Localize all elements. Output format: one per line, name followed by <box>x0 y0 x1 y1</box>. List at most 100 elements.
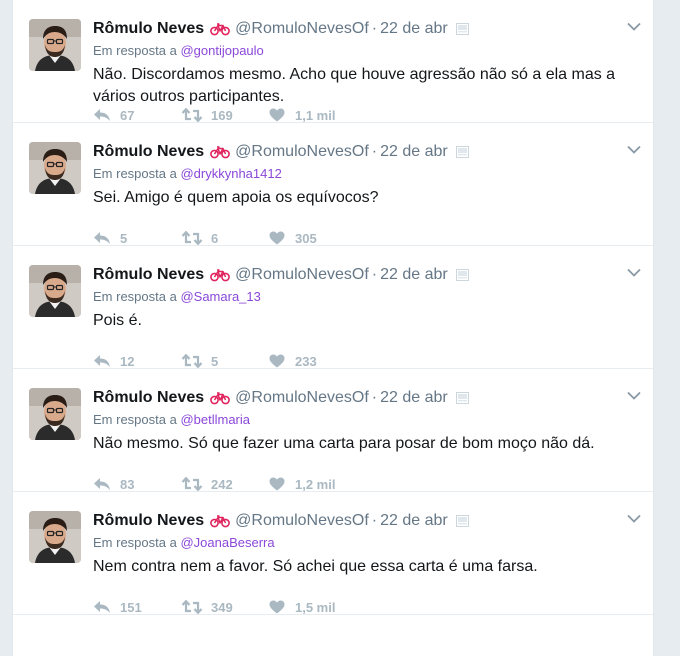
dot-separator: · <box>371 266 378 283</box>
tweet[interactable]: Rômulo Neves @RomuloNevesOf · 22 de abr <box>13 246 653 369</box>
retweet-button[interactable]: 349 <box>181 600 269 615</box>
reply-context: Em resposta a @JoanaBeserra <box>93 535 275 550</box>
reply-icon <box>94 478 110 490</box>
retweet-count: 349 <box>211 599 233 615</box>
avatar[interactable] <box>29 511 81 563</box>
tweet-header: Rômulo Neves @RomuloNevesOf · 22 de abr <box>93 140 613 164</box>
heart-icon <box>269 354 285 368</box>
photo-card-icon <box>455 146 469 158</box>
heart-icon <box>269 477 285 491</box>
reply-mention-link[interactable]: @JoanaBeserra <box>180 535 274 550</box>
more-options-button[interactable] <box>625 509 643 527</box>
reply-button[interactable]: 5 <box>93 231 181 246</box>
reply-count: 12 <box>120 353 135 369</box>
reply-count: 83 <box>120 476 135 492</box>
bicycle-emoji-icon <box>210 514 231 528</box>
avatar[interactable] <box>29 19 81 71</box>
author-handle[interactable]: @RomuloNevesOf <box>235 389 369 407</box>
more-options-button[interactable] <box>625 140 643 158</box>
reply-icon <box>94 232 110 244</box>
author-name[interactable]: Rômulo Neves <box>93 389 204 407</box>
like-button[interactable]: 233 <box>269 354 357 369</box>
avatar[interactable] <box>29 388 81 440</box>
reply-count: 151 <box>120 599 142 615</box>
reply-button[interactable]: 12 <box>93 354 181 369</box>
avatar[interactable] <box>29 142 81 194</box>
like-count: 1,2 mil <box>295 476 336 492</box>
like-count: 233 <box>295 353 317 369</box>
tweet-text: Não. Discordamos mesmo. Acho que houve a… <box>93 66 616 105</box>
author-handle[interactable]: @RomuloNevesOf <box>235 512 369 530</box>
tweet-timestamp[interactable]: 22 de abr <box>380 389 448 407</box>
author-handle[interactable]: @RomuloNevesOf <box>235 266 369 284</box>
reply-context: Em resposta a @betllmaria <box>93 412 250 427</box>
author-name[interactable]: Rômulo Neves <box>93 143 204 161</box>
retweet-button[interactable]: 6 <box>181 231 269 246</box>
reply-context: Em resposta a @Samara_13 <box>93 289 261 304</box>
like-button[interactable]: 305 <box>269 231 357 246</box>
like-button[interactable]: 1,2 mil <box>269 477 357 492</box>
bicycle-emoji-icon <box>210 268 231 282</box>
reply-prefix: Em resposta a <box>93 166 177 181</box>
more-options-button[interactable] <box>625 263 643 281</box>
reply-prefix: Em resposta a <box>93 289 177 304</box>
reply-button[interactable]: 67 <box>93 108 181 123</box>
reply-icon <box>94 109 110 121</box>
retweet-icon <box>181 354 203 368</box>
like-count: 1,1 mil <box>295 107 336 123</box>
reply-button[interactable]: 83 <box>93 477 181 492</box>
tweet-actions: 83 242 1,2 mil <box>93 474 357 494</box>
reply-mention-link[interactable]: @gontijopaulo <box>180 43 263 58</box>
tweet-actions: 67 169 1,1 mil <box>93 105 357 125</box>
tweet-actions: 5 6 305 <box>93 228 357 248</box>
tweet[interactable]: Rômulo Neves @RomuloNevesOf · 22 de abr <box>13 0 653 123</box>
heart-icon <box>269 108 285 122</box>
author-handle[interactable]: @RomuloNevesOf <box>235 143 369 161</box>
chevron-down-icon <box>627 268 641 277</box>
chevron-down-icon <box>627 145 641 154</box>
tweet[interactable]: Rômulo Neves @RomuloNevesOf · 22 de abr <box>13 123 653 246</box>
author-name[interactable]: Rômulo Neves <box>93 20 204 38</box>
tweet-timestamp[interactable]: 22 de abr <box>380 512 448 530</box>
retweet-icon <box>181 108 203 122</box>
like-button[interactable]: 1,1 mil <box>269 108 357 123</box>
author-name[interactable]: Rômulo Neves <box>93 512 204 530</box>
avatar[interactable] <box>29 265 81 317</box>
like-count: 305 <box>295 230 317 246</box>
tweet-header: Rômulo Neves @RomuloNevesOf · 22 de abr <box>93 263 613 287</box>
retweet-count: 6 <box>211 230 219 246</box>
retweet-icon <box>181 231 203 245</box>
like-count: 1,5 mil <box>295 599 336 615</box>
dot-separator: · <box>371 20 378 37</box>
chevron-down-icon <box>627 391 641 400</box>
bicycle-emoji-icon <box>210 145 231 159</box>
reply-icon <box>94 601 110 613</box>
photo-card-icon <box>455 515 469 527</box>
reply-mention-link[interactable]: @drykkynha1412 <box>180 166 281 181</box>
reply-mention-link[interactable]: @Samara_13 <box>180 289 260 304</box>
retweet-button[interactable]: 242 <box>181 477 269 492</box>
author-handle[interactable]: @RomuloNevesOf <box>235 20 369 38</box>
retweet-count: 242 <box>211 476 233 492</box>
tweet-timestamp[interactable]: 22 de abr <box>380 20 448 38</box>
page-scrollbar[interactable] <box>666 0 680 656</box>
dot-separator: · <box>371 512 378 529</box>
tweet[interactable]: Rômulo Neves @RomuloNevesOf · 22 de abr <box>13 369 653 492</box>
more-options-button[interactable] <box>625 386 643 404</box>
reply-mention-link[interactable]: @betllmaria <box>180 412 250 427</box>
tweet-timeline: Rômulo Neves @RomuloNevesOf · 22 de abr <box>12 0 654 656</box>
more-options-button[interactable] <box>625 17 643 35</box>
like-button[interactable]: 1,5 mil <box>269 600 357 615</box>
author-name[interactable]: Rômulo Neves <box>93 266 204 284</box>
reply-button[interactable]: 151 <box>93 600 181 615</box>
chevron-down-icon <box>627 22 641 31</box>
retweet-button[interactable]: 5 <box>181 354 269 369</box>
tweet-timestamp[interactable]: 22 de abr <box>380 143 448 161</box>
heart-icon <box>269 231 285 245</box>
tweet-timestamp[interactable]: 22 de abr <box>380 266 448 284</box>
photo-card-icon <box>455 23 469 35</box>
photo-card-icon <box>455 269 469 281</box>
tweet-header: Rômulo Neves @RomuloNevesOf · 22 de abr <box>93 509 613 533</box>
retweet-button[interactable]: 169 <box>181 108 269 123</box>
tweet[interactable]: Rômulo Neves @RomuloNevesOf · 22 de abr <box>13 492 653 615</box>
